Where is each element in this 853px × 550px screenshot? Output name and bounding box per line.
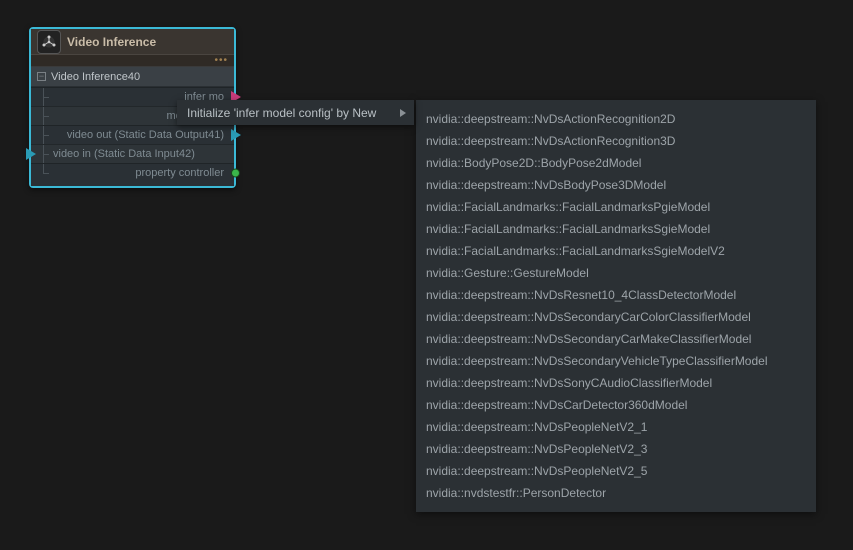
node-row[interactable]: property controller — [31, 163, 234, 182]
node-row-label: video out (Static Data Output41) — [67, 129, 224, 141]
submenu-item[interactable]: nvidia::Gesture::GestureModel — [416, 262, 816, 284]
submenu-item[interactable]: nvidia::deepstream::NvDsSecondaryVehicle… — [416, 350, 816, 372]
submenu-item[interactable]: nvidia::BodyPose2D::BodyPose2dModel — [416, 152, 816, 174]
submenu-item[interactable]: nvidia::deepstream::NvDsActionRecognitio… — [416, 108, 816, 130]
submenu-item[interactable]: nvidia::deepstream::NvDsSecondaryCarColo… — [416, 306, 816, 328]
tree-tick — [43, 154, 49, 155]
submenu-item[interactable]: nvidia::FacialLandmarks::FacialLandmarks… — [416, 196, 816, 218]
tree-tick — [43, 173, 49, 174]
submenu-item[interactable]: nvidia::nvdstestfr::PersonDetector — [416, 482, 816, 504]
submenu-arrow-icon — [400, 109, 406, 117]
node-instance-name: Video Inference40 — [51, 71, 140, 83]
output-port[interactable] — [231, 129, 241, 141]
submenu-item[interactable]: nvidia::deepstream::NvDsSonyCAudioClassi… — [416, 372, 816, 394]
tree-tick — [43, 116, 49, 117]
node-options-strip[interactable]: ••• — [31, 55, 234, 67]
context-menu-item[interactable]: Initialize 'infer model config' by New — [177, 100, 414, 125]
submenu-item[interactable]: nvidia::deepstream::NvDsResnet10_4ClassD… — [416, 284, 816, 306]
node-subheader[interactable]: − Video Inference40 — [31, 67, 234, 87]
submenu-item[interactable]: nvidia::deepstream::NvDsPeopleNetV2_1 — [416, 416, 816, 438]
node-header[interactable]: Video Inference — [31, 29, 234, 55]
output-port[interactable] — [231, 169, 240, 178]
submenu-item[interactable]: nvidia::deepstream::NvDsBodyPose3DModel — [416, 174, 816, 196]
submenu-item[interactable]: nvidia::deepstream::NvDsSecondaryCarMake… — [416, 328, 816, 350]
input-port[interactable] — [26, 148, 36, 160]
tree-tick — [43, 135, 49, 136]
collapse-icon[interactable]: − — [37, 72, 46, 81]
tree-line — [43, 164, 44, 173]
node-row-label: property controller — [135, 167, 224, 179]
more-icon[interactable]: ••• — [214, 56, 228, 66]
submenu-item[interactable]: nvidia::FacialLandmarks::FacialLandmarks… — [416, 240, 816, 262]
node-title: Video Inference — [67, 35, 156, 49]
submenu-item[interactable]: nvidia::FacialLandmarks::FacialLandmarks… — [416, 218, 816, 240]
node-row[interactable]: video out (Static Data Output41) — [31, 125, 234, 144]
model-type-submenu: nvidia::deepstream::NvDsActionRecognitio… — [416, 100, 816, 512]
node-row-label: video in (Static Data Input42) — [53, 148, 195, 160]
node-row[interactable]: video in (Static Data Input42) — [31, 144, 234, 163]
tree-tick — [43, 97, 49, 98]
submenu-item[interactable]: nvidia::deepstream::NvDsCarDetector360dM… — [416, 394, 816, 416]
node-type-icon — [37, 30, 61, 54]
context-menu-label: Initialize 'infer model config' by New — [187, 106, 376, 120]
submenu-item[interactable]: nvidia::deepstream::NvDsPeopleNetV2_3 — [416, 438, 816, 460]
submenu-item[interactable]: nvidia::deepstream::NvDsPeopleNetV2_5 — [416, 460, 816, 482]
submenu-item[interactable]: nvidia::deepstream::NvDsActionRecognitio… — [416, 130, 816, 152]
